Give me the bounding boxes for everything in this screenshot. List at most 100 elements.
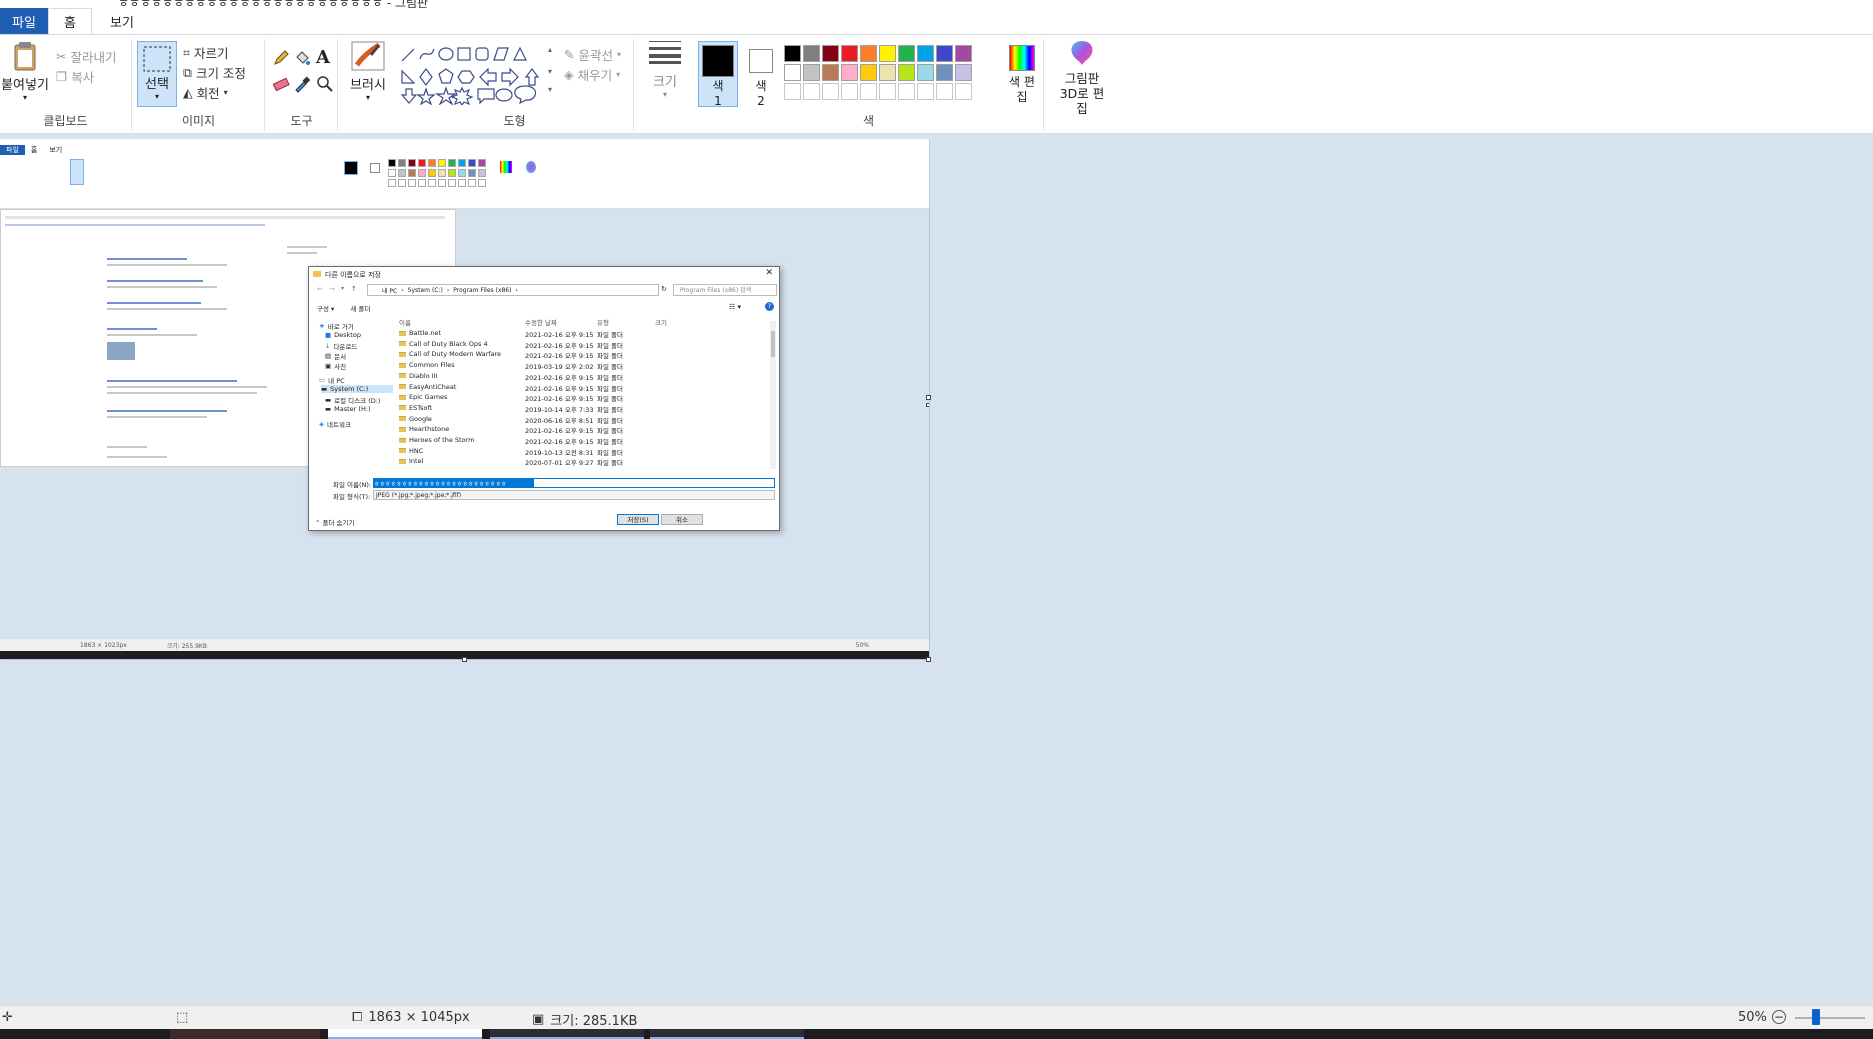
shapes-scroll-down-icon[interactable]: ▾ bbox=[548, 67, 552, 76]
edit-colors-button[interactable]: 색 편집 bbox=[1004, 43, 1040, 105]
nav-back-icon[interactable]: ← bbox=[317, 285, 323, 293]
table-row[interactable]: HNC 2019-10-13 오전 8:31 파일 폴더 bbox=[397, 447, 767, 457]
paint3d-button[interactable]: 그림판 3D로 편집 bbox=[1054, 39, 1110, 116]
color-swatch[interactable] bbox=[784, 83, 801, 100]
nav-local-d[interactable]: ▬ 로컬 디스크 (D:) bbox=[325, 395, 380, 405]
color-swatch[interactable] bbox=[841, 45, 858, 62]
organize-button[interactable]: 구성 ▾ bbox=[317, 303, 334, 313]
table-row[interactable]: ESTsoft 2019-10-14 오후 7:33 파일 폴더 bbox=[397, 404, 767, 414]
file-list-scrollbar[interactable] bbox=[770, 321, 776, 469]
filename-input[interactable]: ㅎㅎㅎㅎㅎㅎㅎㅎㅎㅎㅎㅎㅎㅎㅎㅎㅎㅎㅎㅎㅎㅎㅎㅎ bbox=[373, 478, 775, 488]
zoom-slider-thumb[interactable] bbox=[1812, 1009, 1820, 1025]
taskbar-app[interactable] bbox=[490, 1029, 644, 1039]
new-folder-button[interactable]: 새 폴더 bbox=[350, 303, 370, 313]
tab-view[interactable]: 보기 bbox=[92, 8, 150, 34]
address-bar[interactable]: 내 PC › System (C:) › Program Files (x86)… bbox=[367, 284, 659, 296]
nav-system-c[interactable]: ▬ System (C:) bbox=[321, 385, 393, 393]
color-picker-icon[interactable] bbox=[293, 75, 311, 93]
nav-up-icon[interactable]: ↑ bbox=[351, 285, 357, 293]
color-swatch[interactable] bbox=[841, 83, 858, 100]
color-swatch[interactable] bbox=[803, 64, 820, 81]
color-swatch[interactable] bbox=[784, 45, 801, 62]
size-button[interactable]: 크기 ▾ bbox=[640, 39, 690, 99]
zoom-out-icon[interactable]: − bbox=[1772, 1010, 1786, 1024]
color-swatch[interactable] bbox=[841, 64, 858, 81]
breadcrumb-pc[interactable]: 내 PC bbox=[382, 286, 397, 295]
shapes-gallery[interactable] bbox=[400, 45, 550, 105]
text-icon[interactable]: A bbox=[316, 47, 330, 68]
color-swatch[interactable] bbox=[955, 45, 972, 62]
breadcrumb-drive[interactable]: System (C:) bbox=[408, 287, 443, 294]
color-swatch[interactable] bbox=[936, 64, 953, 81]
zoom-slider-track[interactable] bbox=[1795, 1017, 1865, 1019]
color-swatch[interactable] bbox=[898, 45, 915, 62]
nav-downloads[interactable]: ↓ 다운로드 bbox=[325, 341, 357, 351]
color2-button[interactable]: 색 2 bbox=[742, 41, 780, 108]
refresh-icon[interactable]: ↻ bbox=[661, 285, 667, 293]
color-swatch[interactable] bbox=[936, 83, 953, 100]
color-swatch[interactable] bbox=[803, 45, 820, 62]
tab-file[interactable]: 파일 bbox=[0, 8, 48, 34]
color-swatch[interactable] bbox=[822, 83, 839, 100]
color1-button[interactable]: 색 1 bbox=[698, 41, 738, 108]
color-swatch[interactable] bbox=[936, 45, 953, 62]
table-row[interactable]: Epic Games 2021-02-16 오후 9:15 파일 폴더 bbox=[397, 393, 767, 403]
nav-this-pc[interactable]: ▭ 내 PC bbox=[319, 375, 345, 385]
nav-network[interactable]: ◈ 네트워크 bbox=[319, 419, 351, 429]
table-row[interactable]: Call of Duty Modern Warfare 2021-02-16 오후… bbox=[397, 350, 767, 360]
table-row[interactable]: Intel 2020-07-01 오후 9:27 파일 폴더 bbox=[397, 457, 767, 467]
cut-button[interactable]: ✂ 잘라내기 bbox=[56, 47, 117, 66]
color-swatch[interactable] bbox=[898, 64, 915, 81]
copy-button[interactable]: ❐ 복사 bbox=[56, 67, 94, 86]
color-swatch[interactable] bbox=[860, 83, 877, 100]
color-swatch[interactable] bbox=[955, 64, 972, 81]
taskbar-app[interactable] bbox=[328, 1029, 482, 1039]
column-modified[interactable]: 수정한 날짜 bbox=[525, 317, 557, 327]
taskbar-app[interactable] bbox=[170, 1029, 320, 1039]
paste-button[interactable]: 붙여넣기 ▾ bbox=[0, 41, 50, 102]
cancel-button[interactable]: 취소 bbox=[661, 514, 703, 525]
scrollbar-thumb[interactable] bbox=[771, 331, 775, 357]
taskbar-app[interactable] bbox=[650, 1029, 804, 1039]
tab-home[interactable]: 홈 bbox=[48, 8, 92, 34]
color-swatch[interactable] bbox=[879, 83, 896, 100]
color-swatch[interactable] bbox=[917, 64, 934, 81]
outline-button[interactable]: ✎ 윤곽선 ▾ bbox=[564, 45, 621, 64]
color-swatch[interactable] bbox=[917, 45, 934, 62]
color-swatch[interactable] bbox=[803, 83, 820, 100]
pencil-icon[interactable] bbox=[272, 49, 290, 67]
shapes-scroll-up-icon[interactable]: ▴ bbox=[548, 45, 552, 54]
color-swatch[interactable] bbox=[822, 64, 839, 81]
breadcrumb-folder[interactable]: Program Files (x86) bbox=[453, 287, 511, 294]
magnifier-icon[interactable] bbox=[316, 75, 334, 93]
resize-button[interactable]: ⧉ 크기 조정 bbox=[183, 63, 246, 82]
color-swatch[interactable] bbox=[898, 83, 915, 100]
close-icon[interactable]: ✕ bbox=[765, 268, 773, 278]
fill-button[interactable]: ◈ 채우기 ▾ bbox=[564, 65, 620, 84]
nav-master-h[interactable]: ▬ Master (H:) bbox=[325, 405, 371, 413]
column-size[interactable]: 크기 bbox=[655, 317, 667, 327]
select-button[interactable]: 선택 ▾ bbox=[137, 41, 177, 107]
shapes-expand-icon[interactable]: ▾ bbox=[548, 85, 552, 94]
column-type[interactable]: 유형 bbox=[597, 317, 609, 327]
table-row[interactable]: Call of Duty Black Ops 4 2021-02-16 오후 9:… bbox=[397, 340, 767, 350]
table-row[interactable]: Common Files 2019-03-19 오후 2:02 파일 폴더 bbox=[397, 361, 767, 371]
search-input[interactable]: Program Files (x86) 검색 bbox=[673, 284, 777, 296]
color-swatch[interactable] bbox=[860, 45, 877, 62]
eraser-icon[interactable] bbox=[272, 75, 290, 93]
rotate-button[interactable]: ◭ 회전 ▾ bbox=[183, 83, 228, 102]
table-row[interactable]: Battle.net 2021-02-16 오후 9:15 파일 폴더 bbox=[397, 329, 767, 339]
nav-documents[interactable]: ▤ 문서 bbox=[325, 351, 346, 361]
nav-forward-icon[interactable]: → bbox=[329, 285, 335, 293]
nav-desktop[interactable]: ■ Desktop bbox=[325, 331, 361, 339]
color-swatch[interactable] bbox=[879, 64, 896, 81]
table-row[interactable]: Diablo III 2021-02-16 오후 9:15 파일 폴더 bbox=[397, 372, 767, 382]
canvas-resize-handle-corner[interactable] bbox=[926, 657, 931, 662]
save-button[interactable]: 저장(S) bbox=[617, 514, 659, 525]
color-swatch[interactable] bbox=[860, 64, 877, 81]
hide-folders-button[interactable]: ⌃ 폴더 숨기기 bbox=[315, 517, 354, 527]
chevron-down-icon[interactable]: ▾ bbox=[341, 285, 344, 292]
crop-button[interactable]: ⌗ 자르기 bbox=[183, 43, 229, 62]
canvas-resize-handle-bottom[interactable] bbox=[462, 657, 467, 662]
help-icon[interactable]: ? bbox=[765, 302, 774, 311]
